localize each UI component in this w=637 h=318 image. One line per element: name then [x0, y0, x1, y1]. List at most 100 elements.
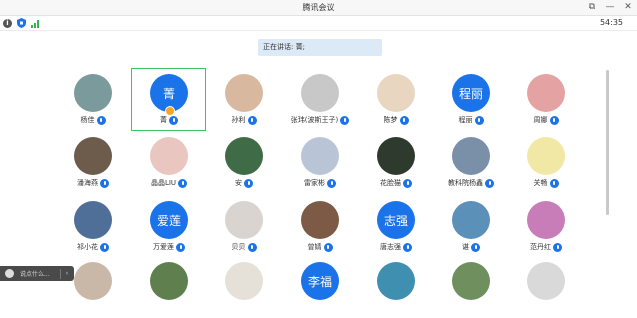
- mic-icon: [100, 242, 109, 252]
- collapse-icon[interactable]: ‹: [66, 270, 68, 277]
- mic-icon: [549, 178, 559, 188]
- avatar: [452, 137, 490, 175]
- participant-tile[interactable]: 周娜: [508, 68, 584, 130]
- avatar: [74, 262, 112, 300]
- avatar: [377, 262, 415, 300]
- participant-tile[interactable]: 范丹红: [508, 195, 584, 257]
- participant-name-row: 雷家彬: [282, 178, 358, 188]
- participant-name: 唐志强: [380, 243, 401, 251]
- participant-tile[interactable]: 安: [206, 131, 282, 193]
- participant-tile[interactable]: 孙利: [206, 68, 282, 130]
- participant-name: 晶晶LIU: [150, 179, 177, 187]
- participant-tile[interactable]: 教科院杨鑫: [433, 131, 509, 193]
- participant-tile[interactable]: 花脸猫: [358, 131, 434, 193]
- mic-icon: [471, 242, 480, 252]
- participant-name: 花脸猫: [380, 179, 401, 187]
- emoji-icon[interactable]: [5, 269, 14, 278]
- avatar: [377, 137, 415, 175]
- participant-name-row: 万爱莲: [131, 242, 207, 252]
- mic-icon: [247, 115, 257, 125]
- participant-name: 安: [235, 179, 242, 187]
- participant-name: 潘海燕: [77, 179, 98, 187]
- participant-name-row: 曾婧: [282, 242, 358, 252]
- avatar: [74, 137, 112, 175]
- mic-icon: [549, 115, 559, 125]
- participant-name: 杨佳: [80, 116, 95, 124]
- info-icon[interactable]: i: [3, 18, 12, 28]
- signal-icon[interactable]: [31, 19, 41, 28]
- participant-tile[interactable]: 晶晶LIU: [131, 131, 207, 193]
- mic-icon: [247, 242, 257, 252]
- scrollbar[interactable]: [606, 70, 609, 215]
- avatar: [225, 262, 263, 300]
- avatar: [377, 74, 415, 112]
- participant-tile[interactable]: 祁小花: [55, 195, 131, 257]
- participant-name: 贝贝: [231, 243, 246, 251]
- mic-icon: [100, 178, 109, 188]
- participant-name: 周娜: [533, 116, 548, 124]
- shield-icon[interactable]: [17, 18, 26, 28]
- participant-name-row: 祁小花: [55, 242, 131, 252]
- participant-tile[interactable]: 贝贝: [206, 195, 282, 257]
- participant-name: 雷家彬: [304, 179, 325, 187]
- participant-name: 孙利: [231, 116, 246, 124]
- mic-icon: [403, 178, 412, 188]
- chat-bar[interactable]: 说点什么... ‹: [0, 266, 74, 281]
- mic-icon: [178, 178, 188, 188]
- participant-tile[interactable]: 张玮(波斯王子): [282, 68, 358, 130]
- avatar: 李福: [301, 262, 339, 300]
- avatar: 爱莲: [150, 201, 188, 239]
- avatar: [527, 262, 565, 300]
- speaking-banner: 正在讲话: 菁;: [258, 39, 382, 56]
- participant-tile[interactable]: 程丽 程丽: [433, 68, 509, 130]
- mic-icon: [403, 242, 412, 252]
- participant-name-row: 杨佳: [55, 115, 131, 125]
- title-bar: 腾讯会议 ⧉ — ✕: [0, 0, 637, 16]
- participant-name-row: 唐志强: [358, 242, 434, 252]
- avatar: [527, 137, 565, 175]
- meeting-timer: 54:35: [599, 18, 623, 27]
- participant-name-row: 孙利: [206, 115, 282, 125]
- avatar: [452, 201, 490, 239]
- avatar: [74, 201, 112, 239]
- participant-tile[interactable]: 爱莲 万爱莲: [131, 195, 207, 257]
- avatar: [301, 137, 339, 175]
- participant-name-row: 花脸猫: [358, 178, 434, 188]
- close-icon[interactable]: ✕: [623, 1, 633, 13]
- participant-name-row: 关畅: [508, 178, 584, 188]
- mic-icon: [323, 242, 333, 252]
- participant-name-row: 谌: [433, 242, 509, 252]
- avatar: [225, 74, 263, 112]
- participant-name: 万爱莲: [153, 243, 174, 251]
- mic-icon: [244, 178, 253, 188]
- participant-name: 张玮(波斯王子): [290, 116, 339, 124]
- participant-tile[interactable]: 雷家彬: [282, 131, 358, 193]
- participant-name: 陈梦: [383, 116, 398, 124]
- avatar: [225, 201, 263, 239]
- participant-name: 教科院杨鑫: [448, 179, 483, 187]
- restore-icon[interactable]: ⧉: [587, 1, 597, 13]
- participant-tile[interactable]: 陈梦: [358, 68, 434, 130]
- mic-icon: [399, 115, 409, 125]
- avatar: 程丽: [452, 74, 490, 112]
- participant-tile[interactable]: 谌: [433, 195, 509, 257]
- avatar: [527, 201, 565, 239]
- participant-tile[interactable]: 曾婧: [282, 195, 358, 257]
- participant-name-row: 教科院杨鑫: [433, 178, 509, 188]
- participant-tile[interactable]: 关畅: [508, 131, 584, 193]
- mic-icon: [553, 242, 562, 252]
- participant-name: 祁小花: [77, 243, 98, 251]
- participant-tile[interactable]: 志强 唐志强: [358, 195, 434, 257]
- avatar: [452, 262, 490, 300]
- mic-icon: [327, 178, 336, 188]
- chat-placeholder: 说点什么...: [20, 271, 50, 278]
- participant-tile[interactable]: 潘海燕: [55, 131, 131, 193]
- participant-name: 范丹红: [530, 243, 551, 251]
- participant-name-row: 安: [206, 178, 282, 188]
- status-bar: i 54:35: [0, 16, 637, 31]
- participant-name: 程丽: [458, 116, 473, 124]
- participant-tile[interactable]: 杨佳: [55, 68, 131, 130]
- participant-name-row: 范丹红: [508, 242, 584, 252]
- minimize-icon[interactable]: —: [605, 1, 615, 13]
- mic-icon: [176, 242, 185, 252]
